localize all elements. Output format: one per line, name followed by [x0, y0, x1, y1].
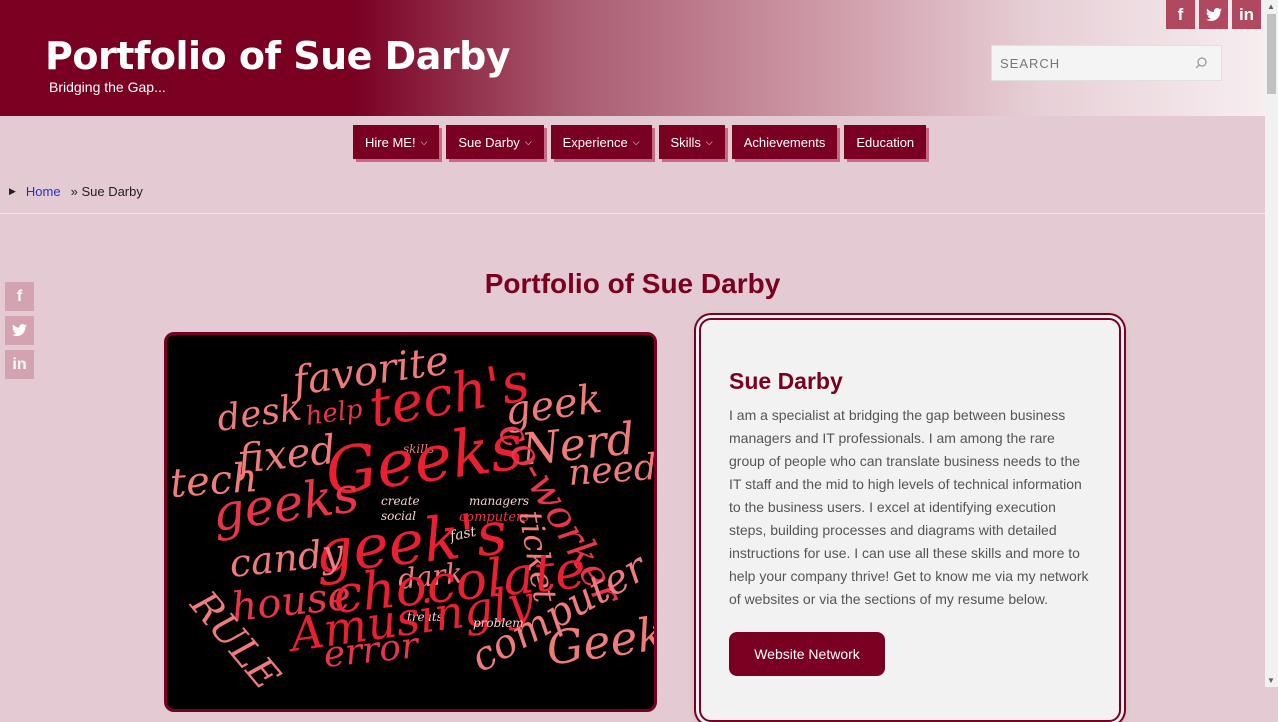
page-title: Portfolio of Sue Darby [484, 268, 781, 299]
chevron-down-icon: ⌵ [705, 136, 713, 147]
search-icon[interactable] [1195, 57, 1207, 69]
nav-item-label: Experience [562, 134, 628, 150]
nav-item-label: Skills [670, 134, 701, 150]
nav-item-sue-darby[interactable]: Sue Darby ⌵ [446, 125, 544, 159]
divider [0, 213, 1265, 214]
chevron-down-icon: ⌵ [632, 136, 640, 147]
header-social-links: f in [1166, 0, 1261, 29]
word-cloud-word: need [567, 447, 654, 494]
site-tagline: Bridging the Gap... [49, 79, 166, 95]
main-nav: Hire ME! ⌵ Sue Darby ⌵ Experience ⌵ Skil… [353, 125, 927, 159]
triangle-right-icon: ▶ [9, 186, 16, 196]
breadcrumb: ▶ Home » Sue Darby [9, 184, 143, 199]
site-title[interactable]: Portfolio of Sue Darby [45, 34, 511, 78]
chevron-down-icon: ⌵ [420, 136, 428, 147]
word-cloud-image: favorite desk help tech's geek Nerd need… [164, 332, 657, 712]
linkedin-icon[interactable]: in [1232, 0, 1261, 29]
twitter-icon[interactable] [1199, 0, 1228, 29]
scrollbar-thumb[interactable] [1267, 14, 1276, 94]
twitter-icon[interactable] [5, 316, 34, 345]
nav-item-label: Hire ME! [365, 134, 416, 150]
search-input[interactable] [992, 46, 1180, 80]
nav-item-label: Sue Darby [458, 134, 520, 150]
linkedin-icon[interactable]: in [5, 350, 34, 379]
search-box [991, 45, 1222, 81]
breadcrumb-current: » Sue Darby [70, 184, 143, 199]
scroll-down-arrow-icon[interactable]: ▼ [1267, 676, 1275, 685]
nav-item-label: Education [856, 134, 915, 150]
vertical-scrollbar[interactable]: ▲ ▼ [1265, 0, 1278, 687]
nav-item-experience[interactable]: Experience ⌵ [550, 125, 652, 159]
nav-item-achievements[interactable]: Achievements [731, 125, 838, 159]
facebook-icon[interactable]: f [1166, 0, 1195, 29]
word-cloud-word: create [381, 494, 420, 508]
chevron-down-icon: ⌵ [524, 136, 532, 147]
nav-item-label: Achievements [743, 134, 826, 150]
word-cloud-word: error [322, 625, 422, 676]
profile-card: Sue Darby I am a specialist at bridging … [699, 318, 1121, 722]
nav-item-education[interactable]: Education [844, 125, 927, 159]
breadcrumb-home-link[interactable]: Home [26, 184, 61, 199]
nav-item-skills[interactable]: Skills ⌵ [658, 125, 725, 159]
card-body: I am a specialist at bridging the gap be… [729, 407, 1089, 607]
card-heading: Sue Darby [729, 368, 843, 394]
website-network-button[interactable]: Website Network [729, 632, 885, 676]
nav-item-hire-me[interactable]: Hire ME! ⌵ [353, 125, 440, 159]
word-cloud: favorite desk help tech's geek Nerd need… [168, 338, 654, 699]
scroll-up-arrow-icon[interactable]: ▲ [1267, 2, 1275, 11]
